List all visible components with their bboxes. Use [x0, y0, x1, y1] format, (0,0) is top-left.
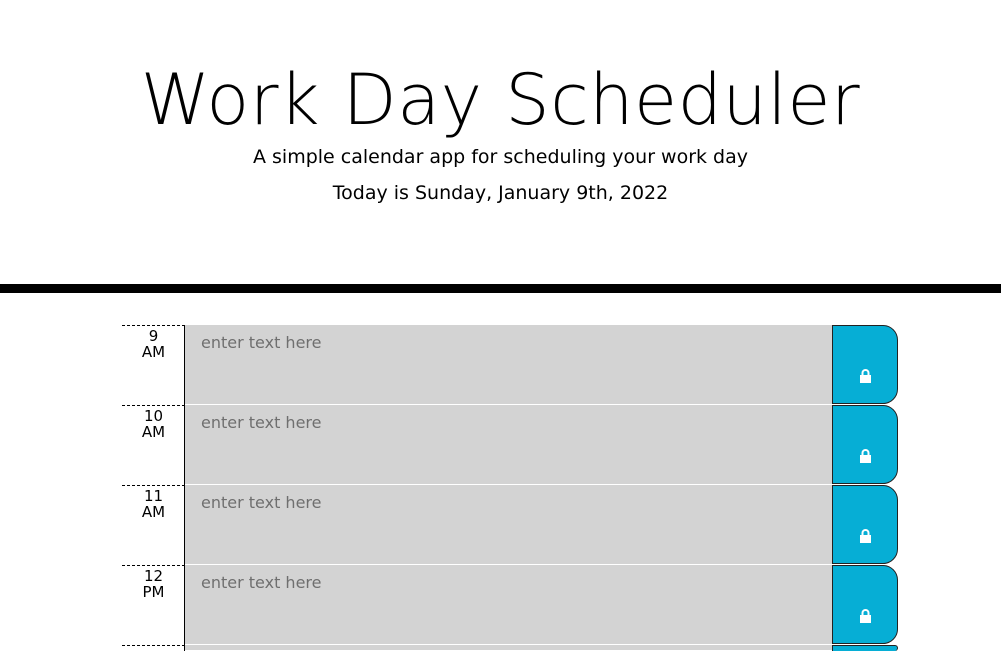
hour-meridiem: AM	[141, 343, 166, 361]
page-subtitle: A simple calendar app for scheduling you…	[252, 146, 749, 168]
current-day: Today is Sunday, January 9th, 2022	[332, 182, 669, 204]
header-divider	[0, 284, 1001, 293]
save-button[interactable]	[832, 325, 898, 404]
event-description-input[interactable]	[185, 645, 832, 651]
save-button[interactable]	[832, 485, 898, 564]
save-button[interactable]	[832, 645, 898, 651]
time-block-11am: 11 AM	[122, 485, 898, 565]
event-description-input[interactable]	[185, 565, 832, 645]
hour-label	[122, 645, 185, 651]
hour-meridiem: AM	[141, 503, 166, 521]
header: Work Day Scheduler A simple calendar app…	[0, 0, 1001, 284]
time-block-next-partial	[122, 645, 898, 651]
event-description-input[interactable]	[185, 325, 832, 405]
hour-number: 9	[148, 327, 159, 345]
hour-label: 10 AM	[122, 405, 185, 485]
hour-meridiem: PM	[142, 583, 165, 601]
hour-number: 12	[143, 567, 164, 585]
lock-icon	[859, 529, 871, 543]
hour-label: 12 PM	[122, 565, 185, 645]
lock-icon	[859, 449, 871, 463]
time-block-9am: 9 AM	[122, 325, 898, 405]
event-description-input[interactable]	[185, 405, 832, 485]
lock-icon	[859, 609, 871, 623]
hour-meridiem: AM	[141, 423, 166, 441]
hour-label: 9 AM	[122, 325, 185, 405]
hour-label: 11 AM	[122, 485, 185, 565]
hour-number: 10	[143, 407, 164, 425]
page-title: Work Day Scheduler	[140, 59, 861, 141]
time-block-list: 9 AM 10 AM 11 AM	[122, 325, 898, 651]
time-block-12pm: 12 PM	[122, 565, 898, 645]
event-description-input[interactable]	[185, 485, 832, 565]
lock-icon	[859, 369, 871, 383]
hour-number: 11	[143, 487, 164, 505]
save-button[interactable]	[832, 405, 898, 484]
time-block-10am: 10 AM	[122, 405, 898, 485]
save-button[interactable]	[832, 565, 898, 644]
